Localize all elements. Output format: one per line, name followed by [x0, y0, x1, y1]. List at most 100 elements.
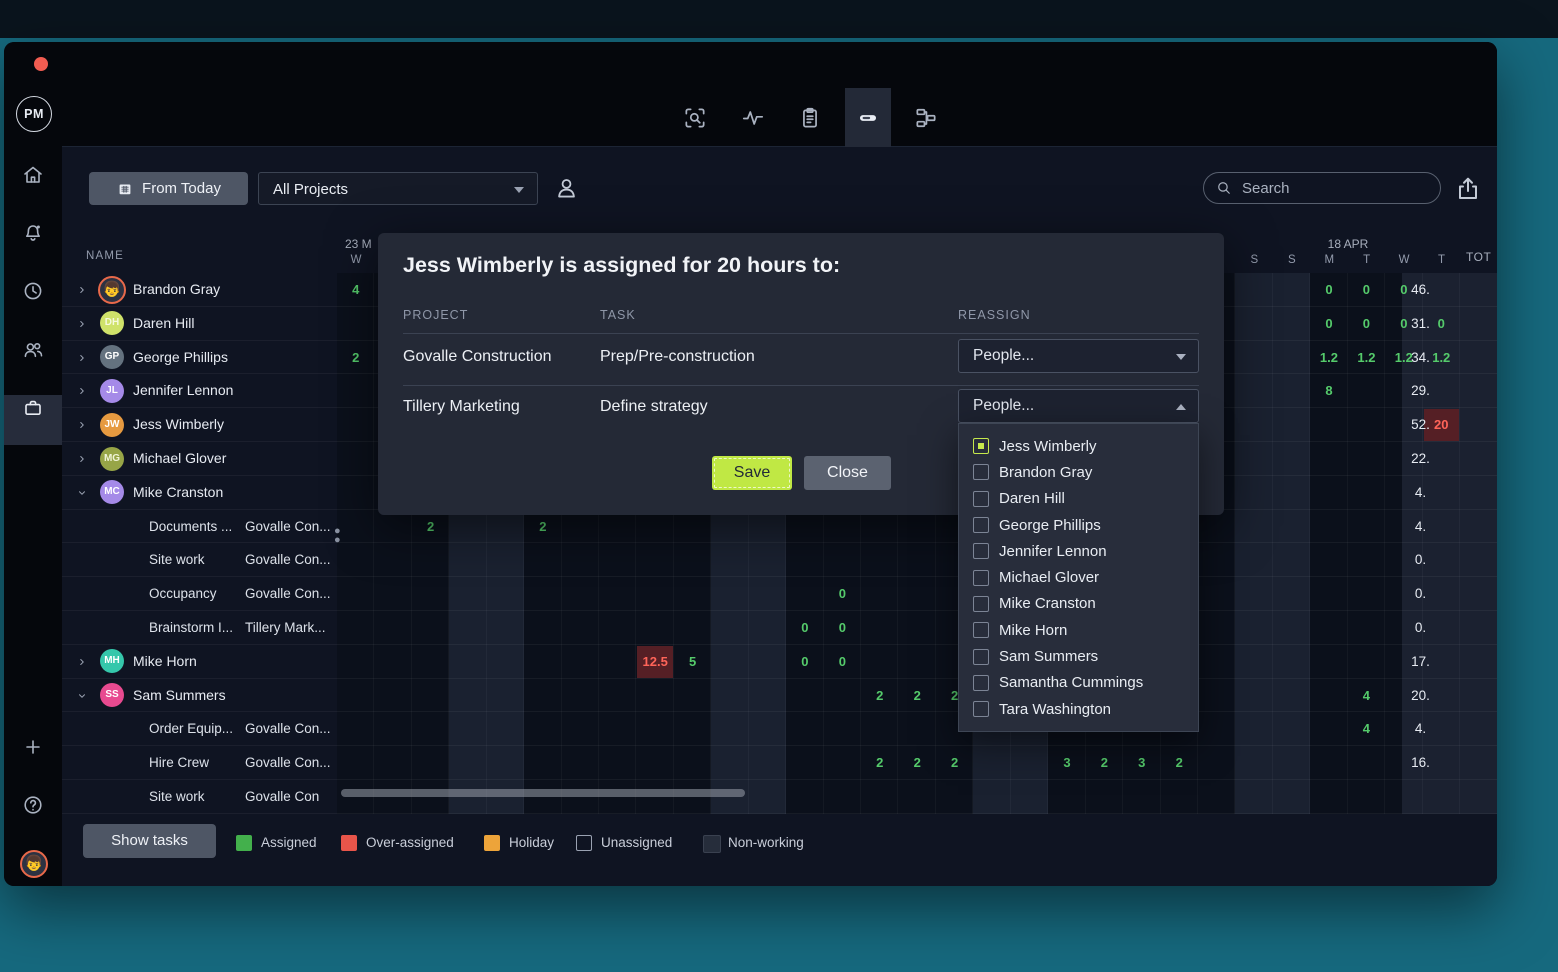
- checkbox-unchecked[interactable]: [973, 570, 989, 586]
- table-row[interactable]: Brainstorm I...Tillery Mark...000.: [62, 611, 1497, 645]
- dropdown-option[interactable]: Michael Glover: [959, 564, 1198, 590]
- checkbox-unchecked[interactable]: [973, 649, 989, 665]
- traffic-light-close[interactable]: [34, 57, 48, 71]
- person-name: Mike Horn: [133, 645, 197, 679]
- dropdown-option[interactable]: Mike Cranston: [959, 591, 1198, 617]
- dropdown-option[interactable]: George Phillips: [959, 512, 1198, 538]
- checkbox-unchecked[interactable]: [973, 517, 989, 533]
- checkbox-unchecked[interactable]: [973, 622, 989, 638]
- dropdown-option[interactable]: Daren Hill: [959, 486, 1198, 512]
- table-row[interactable]: Site workGovalle Con: [62, 780, 1497, 814]
- schedule-cell-value[interactable]: 2: [936, 746, 973, 780]
- reassign-select-2[interactable]: People...: [958, 389, 1199, 423]
- chevron-down-icon[interactable]: [76, 487, 88, 499]
- close-button[interactable]: Close: [804, 456, 891, 490]
- dropdown-option[interactable]: Tara Washington: [959, 696, 1198, 722]
- chevron-right-icon[interactable]: [76, 352, 88, 364]
- show-tasks-button[interactable]: Show tasks: [83, 824, 216, 858]
- schedule-cell-value[interactable]: 1.2: [1310, 341, 1347, 375]
- schedule-cell-value[interactable]: 2: [1086, 746, 1123, 780]
- checkbox-unchecked[interactable]: [973, 701, 989, 717]
- sidebar-item-help[interactable]: [21, 793, 45, 817]
- chevron-right-icon[interactable]: [76, 284, 88, 296]
- sidebar-item-portfolio[interactable]: [21, 396, 45, 420]
- dropdown-option[interactable]: Jess Wimberly: [959, 433, 1198, 459]
- chevron-right-icon[interactable]: [76, 419, 88, 431]
- checkbox-unchecked[interactable]: [973, 543, 989, 559]
- scan-search-icon[interactable]: [682, 105, 708, 131]
- task-name: Order Equip...: [149, 712, 233, 746]
- from-today-button[interactable]: From Today: [89, 172, 248, 205]
- left-sidebar: [4, 88, 62, 886]
- horizontal-scrollbar[interactable]: [341, 789, 745, 797]
- table-row[interactable]: OccupancyGovalle Con...00.: [62, 577, 1497, 611]
- save-button[interactable]: Save: [712, 456, 792, 490]
- table-row[interactable]: MHMike Horn12.550017.: [62, 645, 1497, 679]
- schedule-cell-value[interactable]: 2: [898, 746, 935, 780]
- schedule-cell-value[interactable]: 2: [337, 341, 374, 375]
- schedule-cell-value[interactable]: 0: [824, 611, 861, 645]
- schedule-cell-value[interactable]: 0: [1348, 273, 1385, 307]
- table-row[interactable]: SSSam Summers222420.: [62, 679, 1497, 713]
- search-box[interactable]: [1203, 172, 1441, 204]
- schedule-cell-value[interactable]: 4: [337, 273, 374, 307]
- dropdown-option[interactable]: Sam Summers: [959, 643, 1198, 669]
- schedule-cell-value[interactable]: 1.2: [1348, 341, 1385, 375]
- dropdown-option[interactable]: Brandon Gray: [959, 459, 1198, 485]
- schedule-cell-value[interactable]: 2: [861, 746, 898, 780]
- schedule-cell-value[interactable]: 4: [1348, 712, 1385, 746]
- people-filter-icon[interactable]: [553, 174, 580, 202]
- panel-resize-handle[interactable]: ●●: [334, 527, 341, 545]
- schedule-cell-value[interactable]: 0: [1310, 273, 1347, 307]
- reassign-select-1[interactable]: People...: [958, 339, 1199, 373]
- sidebar-item-time[interactable]: [21, 279, 45, 303]
- chevron-right-icon[interactable]: [76, 656, 88, 668]
- chevron-down-icon[interactable]: [76, 690, 88, 702]
- schedule-cell-value[interactable]: 0: [1348, 307, 1385, 341]
- schedule-cell-value[interactable]: 5: [674, 645, 711, 679]
- schedule-cell-value[interactable]: 0: [824, 645, 861, 679]
- schedule-cell-value[interactable]: 4: [1348, 679, 1385, 713]
- dropdown-option[interactable]: Samantha Cummings: [959, 670, 1198, 696]
- chevron-right-icon[interactable]: [76, 318, 88, 330]
- schedule-cell-value[interactable]: 2: [861, 679, 898, 713]
- schedule-cell-value[interactable]: 2: [898, 679, 935, 713]
- total-hours: 46.: [1402, 273, 1439, 307]
- checkbox-unchecked[interactable]: [973, 675, 989, 691]
- schedule-cell-value[interactable]: 3: [1123, 746, 1160, 780]
- schedule-cell-value[interactable]: 0: [786, 645, 823, 679]
- clipboard-icon[interactable]: [797, 105, 823, 131]
- schedule-cell-value[interactable]: 0: [1310, 307, 1347, 341]
- checkbox-unchecked[interactable]: [973, 464, 989, 480]
- search-input[interactable]: [1240, 179, 1414, 198]
- project-filter-select[interactable]: All Projects: [258, 172, 538, 205]
- legend-label: Assigned: [261, 834, 317, 852]
- sidebar-item-notifications[interactable]: [21, 221, 45, 245]
- checkbox-unchecked[interactable]: [973, 596, 989, 612]
- user-avatar[interactable]: 👦: [20, 850, 48, 878]
- dropdown-option[interactable]: Mike Horn: [959, 617, 1198, 643]
- sidebar-item-home[interactable]: [21, 163, 45, 187]
- table-row[interactable]: Site workGovalle Con...0.: [62, 543, 1497, 577]
- schedule-cell-value[interactable]: 3: [1048, 746, 1085, 780]
- sidebar-item-team[interactable]: [21, 338, 45, 362]
- table-row[interactable]: Order Equip...Govalle Con...44.: [62, 712, 1497, 746]
- day-letter: T: [1423, 254, 1461, 266]
- checkbox-checked[interactable]: [973, 438, 989, 454]
- checkbox-unchecked[interactable]: [973, 491, 989, 507]
- chevron-right-icon[interactable]: [76, 453, 88, 465]
- schedule-cell-value[interactable]: 8: [1310, 374, 1347, 408]
- activity-icon[interactable]: [740, 105, 766, 131]
- workflow-icon[interactable]: [913, 105, 939, 131]
- export-icon[interactable]: [1453, 173, 1483, 204]
- schedule-cell-value[interactable]: 2: [1161, 746, 1198, 780]
- sidebar-item-add[interactable]: [21, 735, 45, 759]
- schedule-cell-value[interactable]: 0: [824, 577, 861, 611]
- chevron-right-icon[interactable]: [76, 385, 88, 397]
- schedule-cell-value[interactable]: 0: [786, 611, 823, 645]
- dropdown-option[interactable]: Jennifer Lennon: [959, 538, 1198, 564]
- timeline-icon[interactable]: [855, 105, 881, 131]
- app-logo: PM: [16, 96, 52, 132]
- schedule-cell-value[interactable]: 12.5: [636, 645, 673, 679]
- table-row[interactable]: Hire CrewGovalle Con...222323216.: [62, 746, 1497, 780]
